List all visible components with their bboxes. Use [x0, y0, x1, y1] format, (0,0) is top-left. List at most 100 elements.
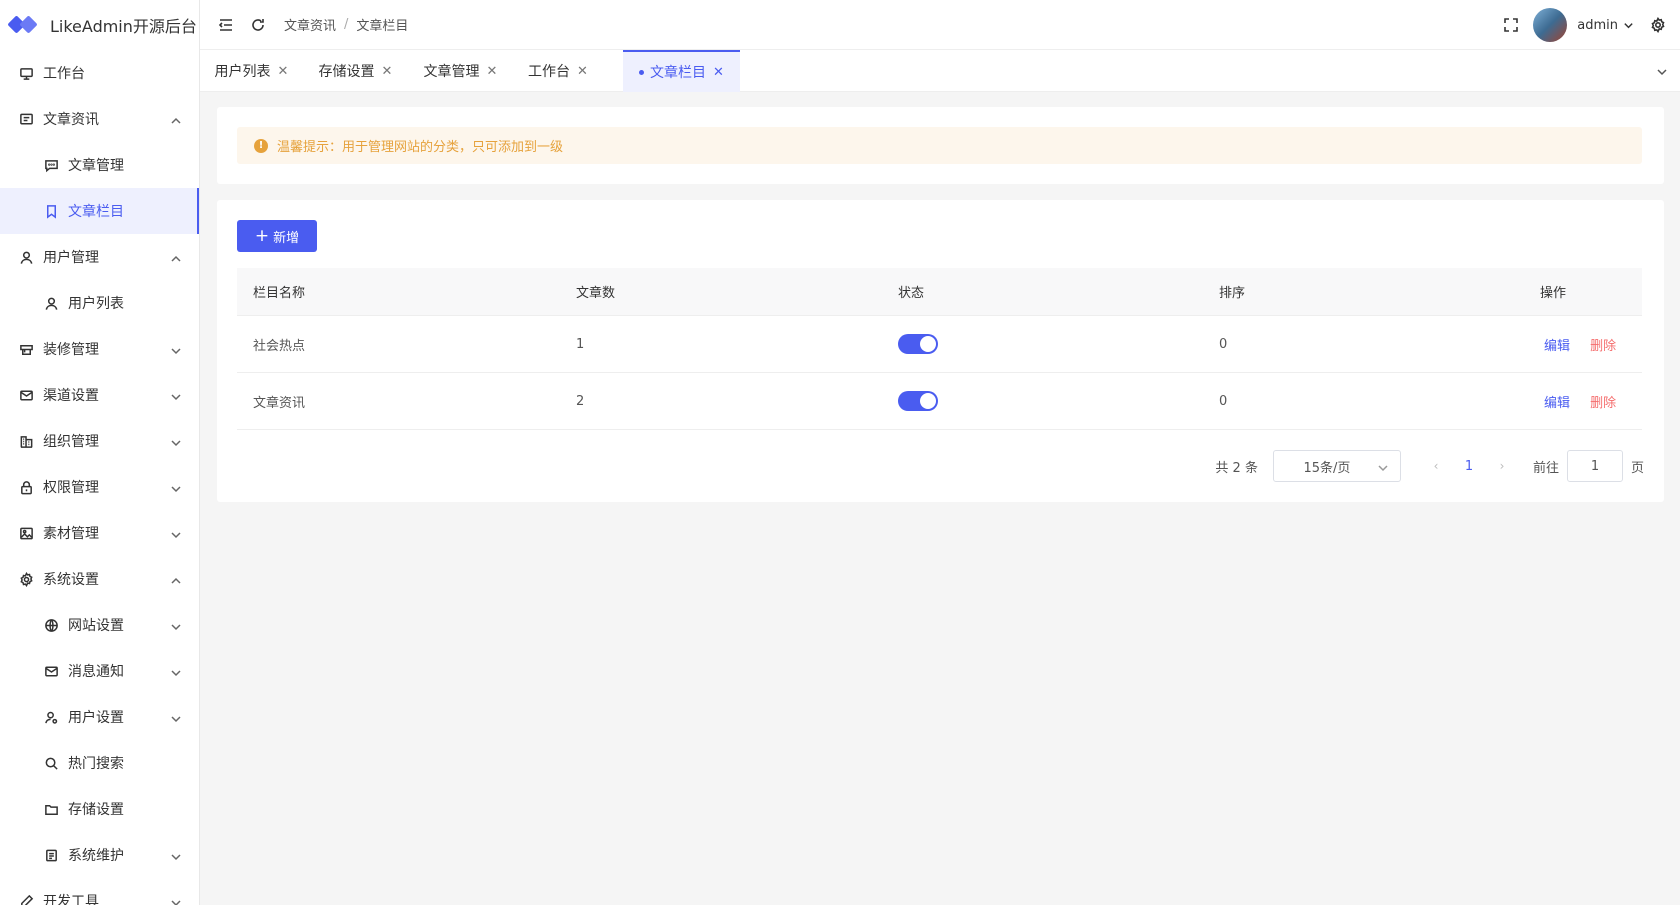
tab-article-manage[interactable]: 文章管理 ✕ — [408, 50, 513, 92]
tabs-bar: 用户列表 ✕ 存储设置 ✕ 文章管理 ✕ 工作台 ✕ 文章栏目 ✕ — [200, 50, 1680, 92]
edit-button[interactable]: 编辑 — [1544, 396, 1570, 411]
page-size-select[interactable]: 15条/页 — [1272, 450, 1401, 482]
cell-sort: 0 — [1219, 393, 1228, 409]
close-icon[interactable]: ✕ — [487, 64, 498, 79]
column-header: 文章数 — [576, 286, 616, 301]
search-icon — [43, 755, 59, 771]
cell-sort: 0 — [1219, 336, 1228, 352]
column-header: 操作 — [1540, 286, 1567, 301]
logo[interactable]: LikeAdmin开源后台 — [0, 0, 199, 50]
header: 文章资讯 / 文章栏目 admin — [200, 0, 1680, 50]
username[interactable]: admin — [1577, 18, 1618, 33]
sidebar-item[interactable]: 组织管理 — [0, 418, 199, 464]
chevron-down-icon — [171, 896, 181, 905]
sidebar-item[interactable]: 文章资讯 — [0, 96, 199, 142]
close-icon[interactable]: ✕ — [382, 64, 393, 79]
goto-page-value: 1 — [1590, 458, 1600, 474]
message-icon — [18, 111, 34, 127]
sidebar-item[interactable]: 装修管理 — [0, 326, 199, 372]
sidebar-item-label: 热门搜索 — [68, 756, 124, 772]
gear-icon[interactable] — [1650, 17, 1666, 33]
chevron-down-icon — [171, 528, 181, 539]
breadcrumb-item[interactable]: 文章资讯 — [284, 15, 336, 34]
sidebar-item-label: 文章资讯 — [43, 112, 99, 128]
gear-icon — [18, 571, 34, 587]
chevron-up-icon — [171, 114, 181, 124]
sidebar-item[interactable]: 用户列表 — [0, 280, 199, 326]
menu-fold-icon[interactable] — [218, 17, 234, 33]
prev-page-icon[interactable]: ‹ — [1421, 459, 1451, 473]
monitor-icon — [18, 65, 34, 81]
tip-card: ! 温馨提示：用于管理网站的分类，只可添加到一级 — [217, 107, 1664, 184]
add-button[interactable]: + 新增 — [237, 220, 317, 252]
header-right: admin — [1503, 0, 1680, 50]
sidebar-item[interactable]: 网站设置 — [0, 602, 199, 648]
close-icon[interactable]: ✕ — [577, 64, 588, 79]
chevron-down-icon — [171, 712, 181, 723]
user-settings-icon — [43, 709, 59, 725]
sidebar-item-label: 网站设置 — [68, 618, 124, 634]
mail-icon — [43, 663, 59, 679]
status-switch[interactable] — [898, 334, 938, 354]
sidebar-item[interactable]: 渠道设置 — [0, 372, 199, 418]
column-header: 排序 — [1219, 286, 1246, 301]
sidebar-item-label: 素材管理 — [43, 526, 99, 542]
chevron-down-icon[interactable] — [1622, 19, 1634, 31]
refresh-icon[interactable] — [250, 17, 266, 33]
chat-icon — [43, 157, 59, 173]
sidebar-item[interactable]: 开发工具 — [0, 878, 199, 905]
chevron-down-icon[interactable] — [1656, 66, 1668, 78]
avatar[interactable] — [1533, 8, 1568, 42]
globe-icon — [43, 617, 59, 633]
sidebar-item[interactable]: 用户设置 — [0, 694, 199, 740]
goto-page-input[interactable]: 1 — [1566, 450, 1623, 482]
sidebar-item[interactable]: 权限管理 — [0, 464, 199, 510]
sidebar-item[interactable]: 存储设置 — [0, 786, 199, 832]
breadcrumb-item: 文章栏目 — [356, 19, 409, 34]
sidebar-item[interactable]: 用户管理 — [0, 234, 199, 280]
sidebar-item[interactable]: 文章栏目 — [0, 188, 199, 234]
close-icon[interactable]: ✕ — [713, 65, 724, 80]
tab-label: 用户列表 — [214, 64, 271, 80]
tab-storage-settings[interactable]: 存储设置 ✕ — [303, 50, 408, 92]
close-icon[interactable]: ✕ — [278, 64, 289, 79]
warning-icon: ! — [254, 138, 268, 153]
sidebar-item[interactable]: 文章管理 — [0, 142, 199, 188]
chevron-up-icon — [171, 252, 181, 262]
chevron-down-icon — [171, 620, 181, 631]
tool-icon — [18, 893, 34, 905]
edit-button[interactable]: 编辑 — [1544, 339, 1570, 354]
maintenance-icon — [43, 847, 59, 863]
app-title: LikeAdmin开源后台 — [50, 17, 197, 36]
bookmark-icon — [43, 203, 59, 219]
tip-text: 温馨提示：用于管理网站的分类，只可添加到一级 — [277, 140, 564, 155]
delete-button[interactable]: 删除 — [1590, 396, 1616, 411]
table-card: + 新增 栏目名称 文章数 状态 排序 操作 社会热点 1 0 编辑 删除 文章… — [217, 200, 1664, 502]
cell-name: 文章资讯 — [253, 395, 306, 411]
cell-count: 2 — [576, 393, 585, 409]
cell-count: 1 — [576, 336, 585, 352]
tab-workbench[interactable]: 工作台 ✕ — [513, 50, 603, 92]
delete-button[interactable]: 删除 — [1590, 339, 1616, 354]
sidebar-item[interactable]: 消息通知 — [0, 648, 199, 694]
cell-actions: 编辑 删除 — [1524, 335, 1642, 354]
sidebar-item[interactable]: 系统维护 — [0, 832, 199, 878]
tab-user-list[interactable]: 用户列表 ✕ — [200, 50, 303, 92]
sidebar-item[interactable]: 工作台 — [0, 50, 199, 96]
sidebar-item[interactable]: 素材管理 — [0, 510, 199, 556]
fullscreen-icon[interactable] — [1503, 17, 1519, 33]
page-number[interactable]: 1 — [1451, 459, 1487, 474]
sidebar-item[interactable]: 系统设置 — [0, 556, 199, 602]
sidebar-item-label: 系统维护 — [68, 848, 124, 864]
page-size-value: 15条/页 — [1303, 460, 1351, 476]
cell-status — [882, 334, 1203, 354]
status-switch[interactable] — [898, 391, 938, 411]
cell-status — [882, 391, 1203, 411]
next-page-icon[interactable]: › — [1487, 459, 1517, 473]
tab-label: 存储设置 — [318, 64, 375, 80]
tab-article-category[interactable]: 文章栏目 ✕ — [623, 50, 740, 92]
tab-label: 文章管理 — [423, 64, 480, 80]
chevron-down-icon — [171, 390, 181, 401]
sidebar-item[interactable]: 热门搜索 — [0, 740, 199, 786]
column-header: 状态 — [898, 286, 925, 301]
